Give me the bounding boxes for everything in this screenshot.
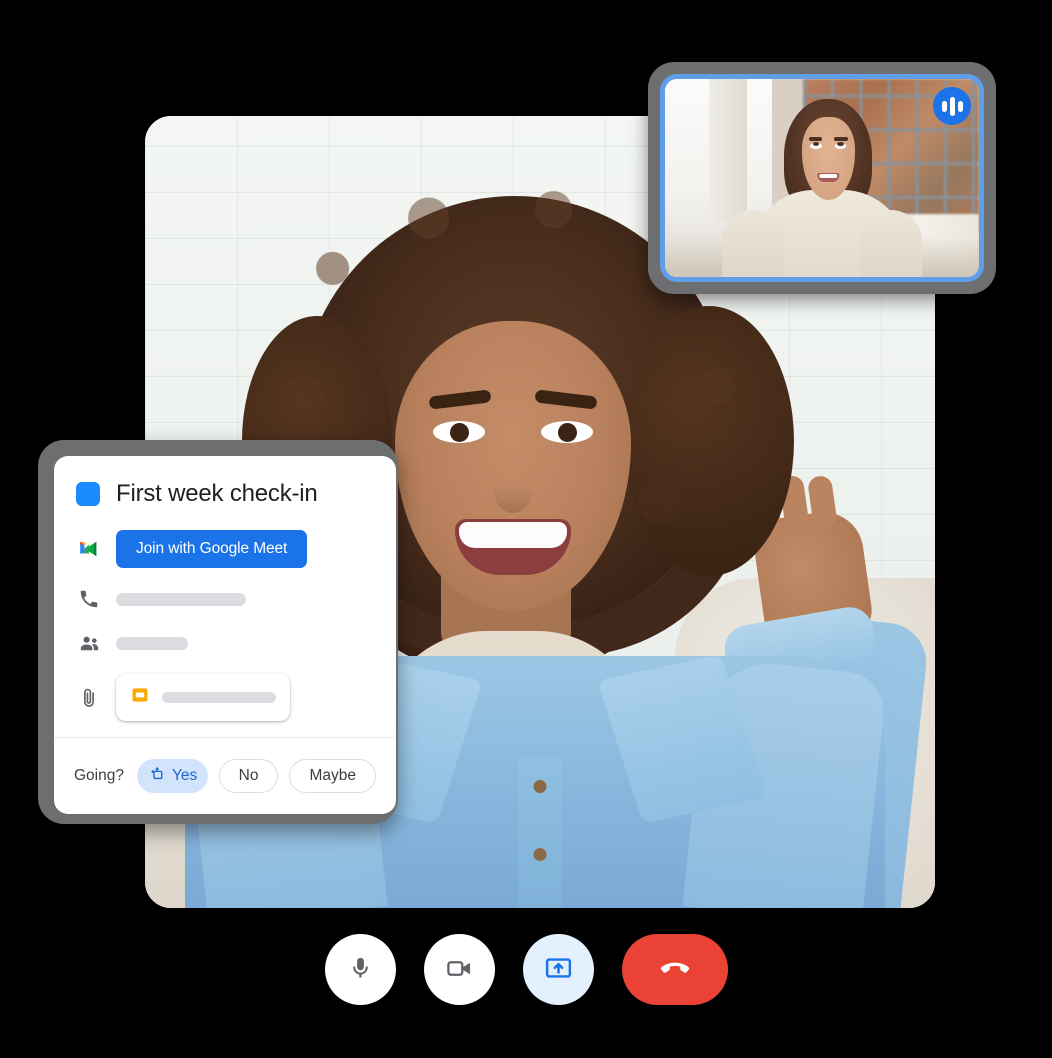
eyebrow-right [534, 389, 598, 410]
join-meeting-row: Join with Google Meet [76, 530, 374, 568]
audio-waveform-icon [933, 87, 971, 125]
video-camera-icon [445, 954, 474, 986]
people-icon [76, 630, 102, 656]
event-color-chip [76, 482, 100, 506]
pip-eyebrow-left [808, 136, 823, 141]
pip-teeth [819, 173, 838, 178]
pip-eye-right [834, 141, 847, 150]
event-title-row: First week check-in [76, 480, 374, 508]
rsvp-yes-button[interactable]: Yes [136, 759, 208, 793]
waveform-bar [941, 100, 947, 112]
pip-pupil [837, 141, 844, 147]
google-slides-icon [130, 685, 150, 710]
calendar-event-card-shell: First week check-in Join with Google Mee… [38, 440, 398, 824]
rsvp-yes-icon [149, 765, 166, 787]
calendar-event-card[interactable]: First week check-in Join with Google Mee… [54, 456, 396, 814]
smiling-mouth [455, 519, 571, 575]
waveform-bar [949, 96, 955, 116]
pip-participant-video [665, 79, 979, 277]
phone-value-placeholder [116, 592, 246, 606]
jacket-button [533, 780, 547, 793]
phone-icon [76, 586, 102, 612]
event-title: First week check-in [116, 480, 318, 507]
leave-call-button[interactable] [621, 934, 728, 1005]
jacket-button [533, 848, 547, 861]
pip-shoulder-right [859, 209, 923, 277]
attachment-name-placeholder [162, 692, 276, 703]
rsvp-yes-label: Yes [171, 767, 198, 784]
pip-eye-left [810, 141, 822, 150]
guests-value-placeholder [116, 636, 188, 650]
teeth [459, 522, 567, 548]
hangup-phone-icon [658, 951, 692, 988]
pip-mouth [817, 173, 839, 183]
eyebrow-left [428, 389, 492, 410]
jacket-placket [518, 756, 562, 908]
call-controls-bar [0, 934, 1052, 1005]
self-view-pip[interactable] [648, 62, 996, 294]
rsvp-label: Going? [74, 767, 124, 784]
camera-button[interactable] [423, 934, 495, 1005]
pupil [450, 423, 469, 442]
microphone-button[interactable] [324, 934, 396, 1005]
waveform-bar [957, 100, 963, 112]
meet-stage: First week check-in Join with Google Mee… [0, 0, 1052, 1058]
present-button[interactable] [522, 934, 594, 1005]
rsvp-no-button[interactable]: No [218, 759, 279, 793]
phone-row [76, 586, 374, 612]
nose [493, 461, 533, 513]
pip-shoulder-left [721, 209, 785, 277]
pip-pupil [812, 141, 820, 147]
pip-active-speaker-border [660, 74, 984, 282]
attachment-icon [76, 685, 102, 711]
attachment-row [76, 674, 374, 721]
pip-eyebrow-right [834, 136, 849, 141]
eye-left [433, 421, 485, 443]
eye-right [541, 421, 593, 443]
guests-row [76, 630, 374, 656]
attachment-chip[interactable] [116, 674, 290, 721]
rsvp-yes-main[interactable]: Yes [137, 759, 208, 793]
curtain [708, 79, 747, 222]
pupil [558, 423, 577, 442]
present-screen-icon [544, 954, 573, 986]
microphone-icon [347, 955, 374, 985]
calendar-card-body: First week check-in Join with Google Mee… [54, 456, 396, 721]
rsvp-row: Going? Yes No Maybe [54, 738, 396, 814]
google-meet-icon [76, 536, 102, 562]
finger [806, 474, 838, 530]
rsvp-maybe-button[interactable]: Maybe [289, 759, 376, 793]
join-with-google-meet-button[interactable]: Join with Google Meet [116, 530, 308, 568]
